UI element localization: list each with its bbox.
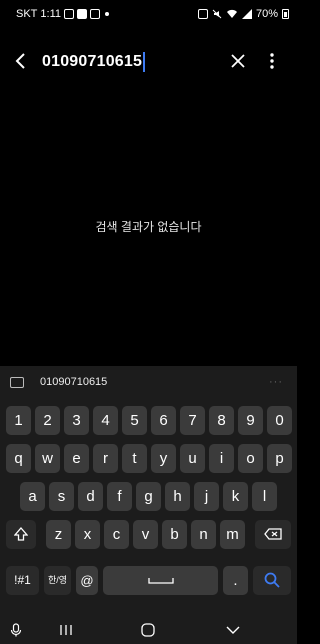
instagram-icon-2 <box>90 9 100 19</box>
letter-key-f[interactable]: f <box>107 482 132 511</box>
letter-key-d[interactable]: d <box>78 482 103 511</box>
backspace-key[interactable] <box>255 520 291 549</box>
letter-key-l[interactable]: l <box>252 482 277 511</box>
search-input[interactable]: 01090710615 <box>42 52 146 72</box>
back-arrow-icon[interactable] <box>10 50 32 72</box>
clock: 1:11 <box>40 8 61 20</box>
suggestion-chip[interactable]: 01090710615 <box>40 376 107 388</box>
space-bar-icon <box>147 578 174 584</box>
number-key-6[interactable]: 6 <box>151 406 176 435</box>
letter-key-z[interactable]: z <box>46 520 71 549</box>
suggestion-more-icon[interactable]: ··· <box>269 376 283 388</box>
qwerty-row-1: qwertyuiop <box>0 444 297 474</box>
letter-key-y[interactable]: y <box>151 444 176 473</box>
letter-key-s[interactable]: s <box>49 482 74 511</box>
number-key-1[interactable]: 1 <box>6 406 31 435</box>
shift-icon <box>13 527 29 541</box>
app-notification-icon <box>77 9 87 19</box>
letter-key-h[interactable]: h <box>165 482 190 511</box>
letter-key-j[interactable]: j <box>194 482 219 511</box>
shift-key[interactable] <box>6 520 36 549</box>
letter-key-r[interactable]: r <box>93 444 118 473</box>
keyboard-suggestion-bar: 01090710615 ··· <box>0 366 297 400</box>
letter-key-q[interactable]: q <box>6 444 31 473</box>
qwerty-row-2: asdfghjkl <box>0 482 297 512</box>
search-query-text: 01090710615 <box>42 53 143 70</box>
on-screen-keyboard: 01090710615 ··· 1234567890 qwertyuiop as… <box>0 366 297 644</box>
mute-icon <box>212 9 222 19</box>
battery-percent: 70% <box>255 8 278 20</box>
status-left: SKT 1:11 <box>16 8 109 20</box>
search-key[interactable] <box>253 566 291 595</box>
number-key-9[interactable]: 9 <box>238 406 263 435</box>
no-results-message: 검색 결과가 없습니다 <box>95 220 202 234</box>
letter-key-w[interactable]: w <box>35 444 60 473</box>
letter-key-m[interactable]: m <box>220 520 245 549</box>
qwerty-row-3: zxcvbnm <box>0 520 297 550</box>
letter-key-i[interactable]: i <box>209 444 234 473</box>
home-icon[interactable] <box>141 623 155 637</box>
number-key-8[interactable]: 8 <box>209 406 234 435</box>
search-icon <box>264 572 280 588</box>
letter-key-e[interactable]: e <box>64 444 89 473</box>
instagram-icon <box>64 9 74 19</box>
status-bar: SKT 1:11 70% <box>0 0 297 30</box>
space-key[interactable] <box>103 566 218 595</box>
letter-key-b[interactable]: b <box>162 520 187 549</box>
carrier-label: SKT <box>16 8 38 20</box>
symbols-key[interactable]: !#1 <box>6 566 39 595</box>
more-options-icon[interactable] <box>266 51 278 71</box>
number-key-5[interactable]: 5 <box>122 406 147 435</box>
number-key-0[interactable]: 0 <box>267 406 292 435</box>
number-row: 1234567890 <box>0 406 297 436</box>
microphone-icon[interactable] <box>10 623 22 637</box>
backspace-icon <box>264 528 282 540</box>
at-key[interactable]: @ <box>76 566 98 595</box>
bottom-key-row: !#1 한/영 @ . <box>0 566 297 596</box>
signal-icon <box>241 9 252 19</box>
battery-saver-icon <box>197 9 208 19</box>
search-bar: 01090710615 <box>0 44 297 80</box>
language-switch-key[interactable]: 한/영 <box>44 566 71 595</box>
letter-key-c[interactable]: c <box>104 520 129 549</box>
letter-key-n[interactable]: n <box>191 520 216 549</box>
hide-keyboard-icon[interactable] <box>226 625 240 635</box>
letter-key-k[interactable]: k <box>223 482 248 511</box>
letter-key-o[interactable]: o <box>238 444 263 473</box>
battery-icon <box>282 9 289 19</box>
text-cursor <box>143 52 146 72</box>
number-key-3[interactable]: 3 <box>64 406 89 435</box>
status-right: 70% <box>197 8 289 20</box>
recent-apps-icon[interactable] <box>59 624 73 636</box>
navigation-bar <box>0 614 297 644</box>
period-key[interactable]: . <box>223 566 248 595</box>
more-notifications-dot-icon <box>105 12 109 16</box>
wifi-icon <box>226 9 237 18</box>
letter-key-v[interactable]: v <box>133 520 158 549</box>
letter-key-g[interactable]: g <box>136 482 161 511</box>
number-key-7[interactable]: 7 <box>180 406 205 435</box>
clear-search-icon[interactable] <box>228 51 248 71</box>
letter-key-a[interactable]: a <box>20 482 45 511</box>
letter-key-u[interactable]: u <box>180 444 205 473</box>
letter-key-x[interactable]: x <box>75 520 100 549</box>
letter-key-p[interactable]: p <box>267 444 292 473</box>
keyboard-toolbar-icon[interactable] <box>10 377 24 388</box>
number-key-2[interactable]: 2 <box>35 406 60 435</box>
letter-key-t[interactable]: t <box>122 444 147 473</box>
number-key-4[interactable]: 4 <box>93 406 118 435</box>
